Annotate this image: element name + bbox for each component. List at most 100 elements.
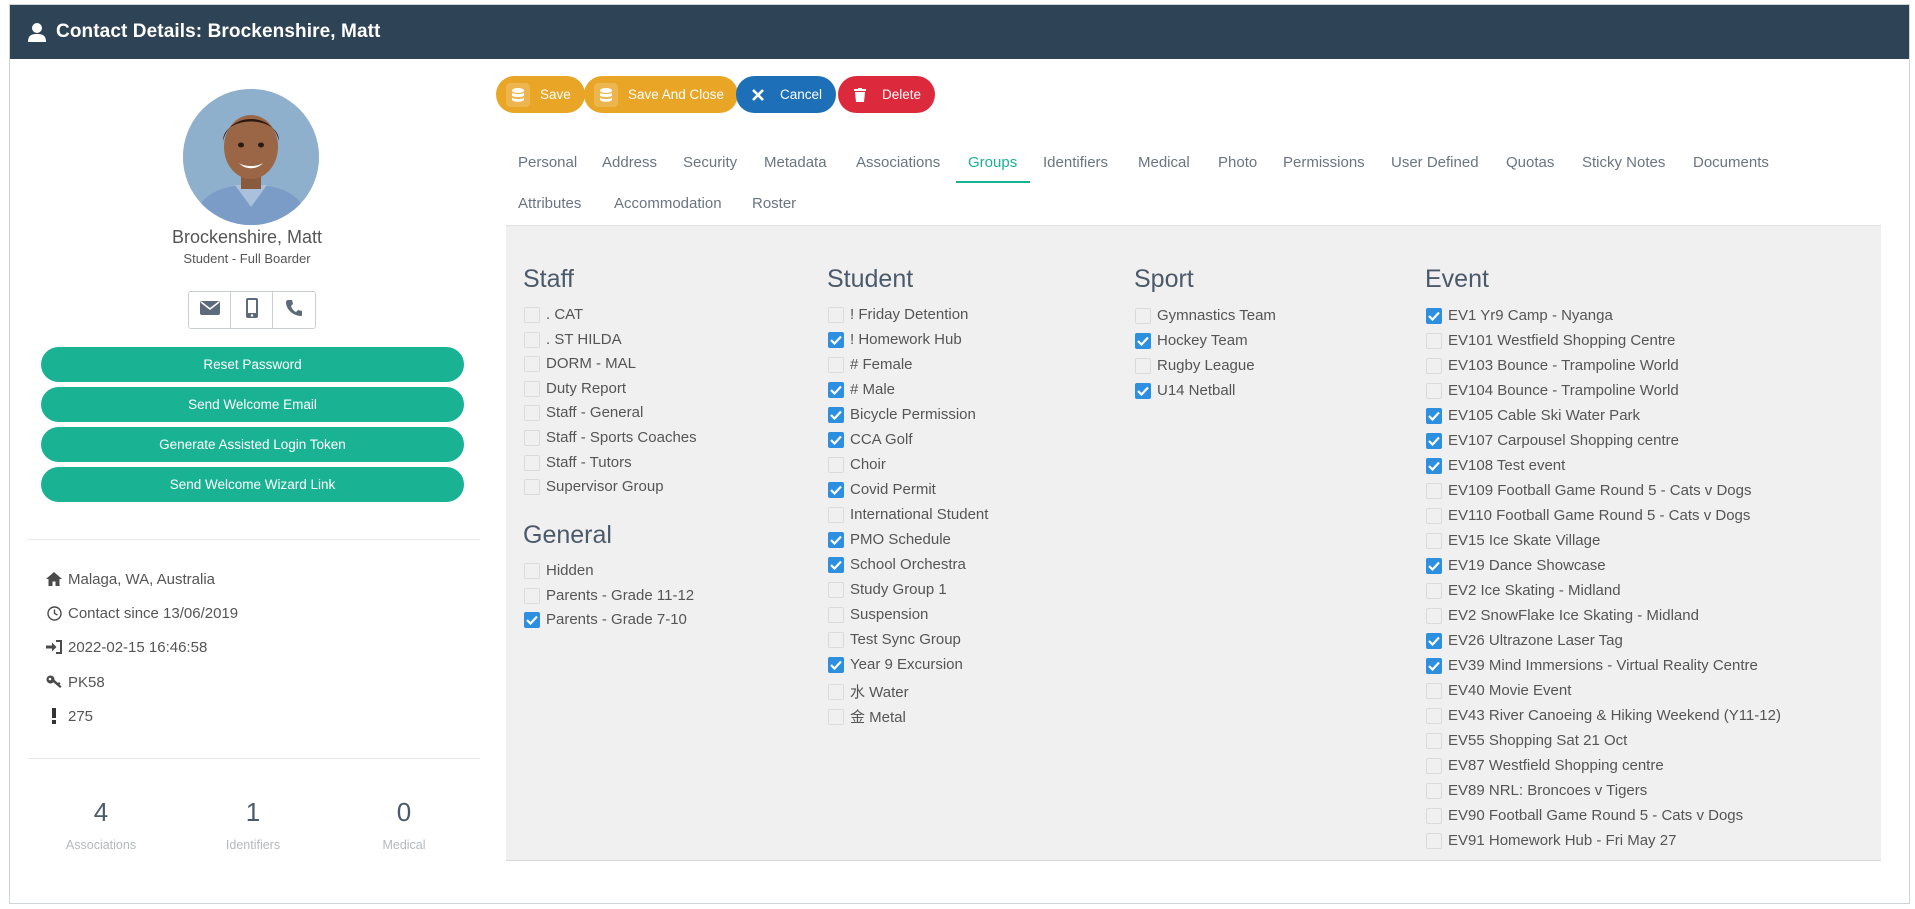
group-checkbox-item[interactable]: DORM - MAL <box>524 355 636 372</box>
group-checkbox-item[interactable]: Staff - Sports Coaches <box>524 429 697 446</box>
stat-identifiers[interactable]: 1 Identifiers <box>183 797 323 852</box>
checkbox-unchecked[interactable] <box>524 404 540 421</box>
checkbox-unchecked[interactable] <box>524 355 540 372</box>
group-checkbox-item[interactable]: Study Group 1 <box>828 581 947 598</box>
group-checkbox-item[interactable]: Rugby League <box>1135 357 1255 374</box>
checkbox-unchecked[interactable] <box>1135 307 1151 324</box>
checkbox-checked[interactable] <box>828 656 844 673</box>
group-checkbox-item[interactable]: School Orchestra <box>828 556 966 573</box>
checkbox-checked[interactable] <box>1426 632 1442 649</box>
delete-button[interactable]: Delete <box>838 76 936 113</box>
group-checkbox-item[interactable]: EV107 Carpousel Shopping centre <box>1426 432 1679 449</box>
tab-metadata[interactable]: Metadata <box>764 154 827 171</box>
group-checkbox-item[interactable]: EV26 Ultrazone Laser Tag <box>1426 632 1623 649</box>
group-checkbox-item[interactable]: Bicycle Permission <box>828 406 976 423</box>
group-checkbox-item[interactable]: Year 9 Excursion <box>828 656 963 673</box>
group-checkbox-item[interactable]: 金 Metal <box>828 706 906 727</box>
group-checkbox-item[interactable]: EV109 Football Game Round 5 - Cats v Dog… <box>1426 482 1752 499</box>
group-checkbox-item[interactable]: Choir <box>828 456 886 473</box>
group-checkbox-item[interactable]: U14 Netball <box>1135 382 1235 399</box>
checkbox-unchecked[interactable] <box>1426 832 1442 849</box>
group-checkbox-item[interactable]: Staff - General <box>524 404 643 421</box>
checkbox-checked[interactable] <box>1135 332 1151 349</box>
group-checkbox-item[interactable]: EV87 Westfield Shopping centre <box>1426 757 1664 774</box>
checkbox-checked[interactable] <box>1426 457 1442 474</box>
group-checkbox-item[interactable]: EV2 Ice Skating - Midland <box>1426 582 1621 599</box>
group-checkbox-item[interactable]: EV105 Cable Ski Water Park <box>1426 407 1640 424</box>
tab-accommodation[interactable]: Accommodation <box>614 195 722 212</box>
checkbox-unchecked[interactable] <box>524 587 540 604</box>
checkbox-unchecked[interactable] <box>524 331 540 348</box>
checkbox-unchecked[interactable] <box>1426 707 1442 724</box>
checkbox-checked[interactable] <box>1426 407 1442 424</box>
tab-medical[interactable]: Medical <box>1138 154 1190 171</box>
checkbox-checked[interactable] <box>828 481 844 498</box>
group-checkbox-item[interactable]: EV104 Bounce - Trampoline World <box>1426 382 1679 399</box>
stat-associations[interactable]: 4 Associations <box>31 797 171 852</box>
checkbox-unchecked[interactable] <box>828 631 844 648</box>
group-checkbox-item[interactable]: EV55 Shopping Sat 21 Oct <box>1426 732 1627 749</box>
group-checkbox-item[interactable]: Covid Permit <box>828 481 936 498</box>
group-checkbox-item[interactable]: Suspension <box>828 606 928 623</box>
group-checkbox-item[interactable]: # Female <box>828 356 913 373</box>
tab-identifiers[interactable]: Identifiers <box>1043 154 1108 171</box>
checkbox-unchecked[interactable] <box>1426 357 1442 374</box>
group-checkbox-item[interactable]: Hidden <box>524 562 594 579</box>
checkbox-unchecked[interactable] <box>1426 507 1442 524</box>
checkbox-unchecked[interactable] <box>524 380 540 397</box>
group-checkbox-item[interactable]: Parents - Grade 7-10 <box>524 611 687 628</box>
checkbox-unchecked[interactable] <box>1426 582 1442 599</box>
group-checkbox-item[interactable]: PMO Schedule <box>828 531 951 548</box>
tab-groups[interactable]: Groups <box>968 154 1017 171</box>
group-checkbox-item[interactable]: 水 Water <box>828 681 909 702</box>
group-checkbox-item[interactable]: EV40 Movie Event <box>1426 682 1571 699</box>
group-checkbox-item[interactable]: EV89 NRL: Broncoes v Tigers <box>1426 782 1647 799</box>
group-checkbox-item[interactable]: EV39 Mind Immersions - Virtual Reality C… <box>1426 657 1758 674</box>
checkbox-unchecked[interactable] <box>828 683 844 700</box>
checkbox-unchecked[interactable] <box>1426 807 1442 824</box>
tab-personal[interactable]: Personal <box>518 154 577 171</box>
group-checkbox-item[interactable]: CCA Golf <box>828 431 913 448</box>
checkbox-unchecked[interactable] <box>524 454 540 471</box>
group-checkbox-item[interactable]: Staff - Tutors <box>524 454 632 471</box>
checkbox-unchecked[interactable] <box>828 581 844 598</box>
checkbox-unchecked[interactable] <box>1426 607 1442 624</box>
send-wizard-link-button[interactable]: Send Welcome Wizard Link <box>41 467 464 502</box>
group-checkbox-item[interactable]: EV15 Ice Skate Village <box>1426 532 1600 549</box>
group-checkbox-item[interactable]: EV90 Football Game Round 5 - Cats v Dogs <box>1426 807 1743 824</box>
checkbox-unchecked[interactable] <box>524 429 540 446</box>
group-checkbox-item[interactable]: EV1 Yr9 Camp - Nyanga <box>1426 307 1613 324</box>
tab-security[interactable]: Security <box>683 154 737 171</box>
group-checkbox-item[interactable]: EV91 Homework Hub - Fri May 27 <box>1426 832 1676 849</box>
group-checkbox-item[interactable]: Parents - Grade 11-12 <box>524 587 694 604</box>
checkbox-unchecked[interactable] <box>1135 357 1151 374</box>
group-checkbox-item[interactable]: EV2 SnowFlake Ice Skating - Midland <box>1426 607 1699 624</box>
group-checkbox-item[interactable]: International Student <box>828 506 988 523</box>
save-button[interactable]: Save <box>496 76 585 113</box>
group-checkbox-item[interactable]: Hockey Team <box>1135 332 1248 349</box>
checkbox-checked[interactable] <box>1426 307 1442 324</box>
checkbox-unchecked[interactable] <box>1426 682 1442 699</box>
checkbox-unchecked[interactable] <box>828 506 844 523</box>
save-and-close-button[interactable]: Save And Close <box>584 76 739 113</box>
checkbox-checked[interactable] <box>524 611 540 628</box>
group-checkbox-item[interactable]: EV110 Football Game Round 5 - Cats v Dog… <box>1426 507 1750 524</box>
group-checkbox-item[interactable]: Supervisor Group <box>524 478 664 495</box>
checkbox-unchecked[interactable] <box>828 306 844 323</box>
tab-user-defined[interactable]: User Defined <box>1391 154 1479 171</box>
reset-password-button[interactable]: Reset Password <box>41 347 464 382</box>
checkbox-unchecked[interactable] <box>524 562 540 579</box>
group-checkbox-item[interactable]: Gymnastics Team <box>1135 307 1276 324</box>
tab-permissions[interactable]: Permissions <box>1283 154 1365 171</box>
checkbox-checked[interactable] <box>1135 382 1151 399</box>
group-checkbox-item[interactable]: EV19 Dance Showcase <box>1426 557 1606 574</box>
stat-medical[interactable]: 0 Medical <box>334 797 474 852</box>
tab-quotas[interactable]: Quotas <box>1506 154 1554 171</box>
checkbox-unchecked[interactable] <box>1426 782 1442 799</box>
checkbox-unchecked[interactable] <box>1426 382 1442 399</box>
checkbox-unchecked[interactable] <box>1426 482 1442 499</box>
group-checkbox-item[interactable]: # Male <box>828 381 895 398</box>
checkbox-unchecked[interactable] <box>828 708 844 725</box>
group-checkbox-item[interactable]: Duty Report <box>524 380 626 397</box>
tab-associations[interactable]: Associations <box>856 154 940 171</box>
